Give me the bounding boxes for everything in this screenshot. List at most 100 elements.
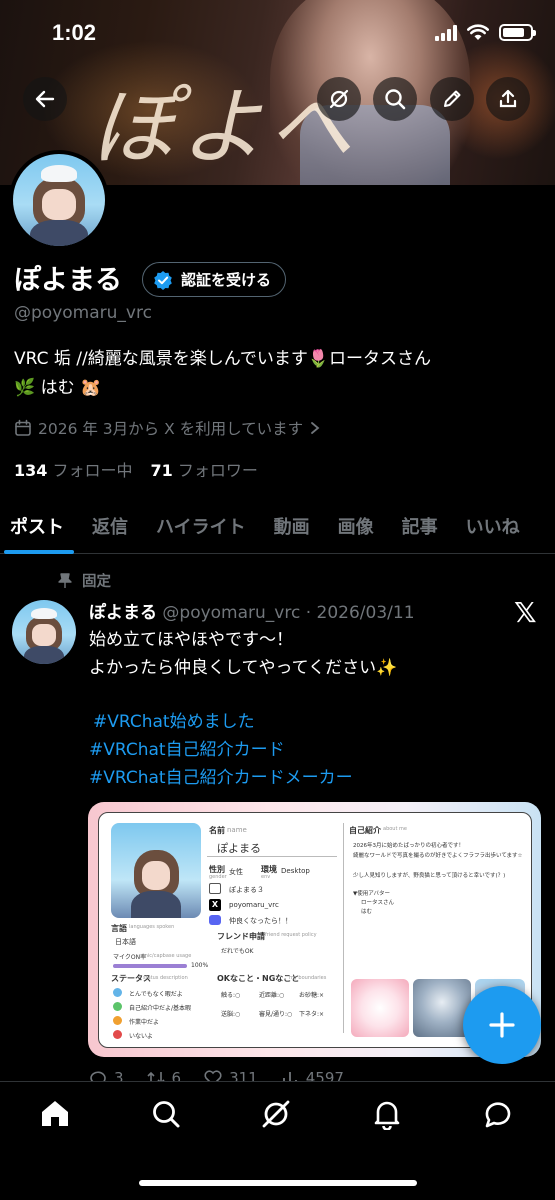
profile-tabs: ポスト 返信 ハイライト 動画 画像 記事 いいね <box>0 500 555 554</box>
card-gender-value: 女性 <box>229 868 243 876</box>
tab-replies[interactable]: 返信 <box>78 500 142 552</box>
post-text: 始め立てほやほやです〜！ よかったら仲良くしてやってください✨ <box>89 626 539 682</box>
nav-grok[interactable] <box>259 1097 293 1131</box>
status-text: 作業中だよ <box>129 1019 160 1026</box>
nav-home[interactable] <box>38 1097 72 1131</box>
chevron-right-icon <box>311 422 320 434</box>
nav-search[interactable] <box>149 1097 183 1131</box>
following-link[interactable]: 134 フォロー中 <box>14 457 133 481</box>
boundary-item: お砂糖:× <box>299 992 325 999</box>
status-dot <box>113 1002 122 1011</box>
tab-posts[interactable]: ポスト <box>0 500 78 554</box>
card-ng-label: OKなこと・NGなこと <box>217 974 300 983</box>
compose-post-button[interactable] <box>463 986 541 1064</box>
status-dot <box>113 1030 122 1039</box>
profile-handle: @poyomaru_vrc <box>14 303 152 323</box>
joined-date-link[interactable]: 2026 年 3月から X を利用しています <box>14 417 321 439</box>
card-friend-value: だれでもOK <box>221 948 254 955</box>
boundary-item: 審見/通り:○ <box>259 1011 293 1018</box>
mic-usage-bar <box>113 964 187 968</box>
boundary-item: 送脳:○ <box>221 1011 241 1018</box>
pinned-label: 固定 <box>82 574 111 590</box>
home-indicator <box>139 1180 417 1186</box>
status-dot <box>113 1016 122 1025</box>
search-button[interactable] <box>373 77 417 121</box>
card-ng-sub: my boundaries <box>289 975 327 981</box>
post-text-line: 始め立てほやほやです〜！ <box>89 630 293 650</box>
x-small-icon: X <box>209 899 221 911</box>
profile-avatar[interactable] <box>9 150 109 250</box>
card-discord-text: 仲良くなったら！！ <box>229 917 292 925</box>
share-button[interactable] <box>486 77 530 121</box>
status-text: 自己紹介中だよ/基本暇 <box>129 1005 192 1012</box>
grok-icon <box>262 1100 290 1128</box>
back-arrow-icon <box>35 90 55 108</box>
status-text: いないよ <box>129 1033 153 1040</box>
tab-articles[interactable]: 記事 <box>388 500 452 552</box>
hashtag-link[interactable]: #VRChat自己紹介カード <box>89 736 539 764</box>
card-intro-text: 2026年3月に始めたばっかりの初心者です！ <box>353 843 464 849</box>
bell-icon <box>374 1101 400 1130</box>
status-text: とんでもなく暇だよ <box>129 991 183 998</box>
edit-button[interactable] <box>430 77 474 121</box>
card-intro-text: 少し人見知りしますが、野良猫と思って頂けると幸いです(？) <box>353 873 506 879</box>
nav-notifications[interactable] <box>370 1097 404 1131</box>
post-author-avatar[interactable] <box>12 600 76 664</box>
card-avatar-name: ロータスさん <box>361 900 395 906</box>
pencil-icon <box>444 90 461 107</box>
following-count: 134 <box>14 461 48 480</box>
card-lang-value: 日本語 <box>115 938 136 946</box>
card-friend-label: フレンド申請 <box>217 932 265 941</box>
card-name-sub: name <box>227 826 247 834</box>
card-intro-sub: about me <box>383 826 407 832</box>
discord-icon <box>209 915 221 925</box>
status-time: 1:02 <box>52 20 97 45</box>
card-gender-sub: gender <box>209 874 227 880</box>
tab-likes[interactable]: いいね <box>452 500 534 552</box>
grok-button[interactable] <box>317 77 361 121</box>
card-mic-value: 100% <box>191 962 209 969</box>
card-name-value: ぽよまる <box>217 842 261 855</box>
card-x-handle: poyomaru_vrc <box>229 901 279 909</box>
following-label: フォロー中 <box>52 461 133 480</box>
back-button[interactable] <box>23 77 67 121</box>
grok-icon <box>329 89 349 109</box>
card-intro-label: 自己紹介 <box>349 826 381 835</box>
battery-icon <box>499 24 536 41</box>
get-verified-label: 認証を受ける <box>181 271 272 289</box>
post-author-meta[interactable]: @poyomaru_vrc · 2026/03/11 <box>162 603 414 623</box>
followers-label: フォロワー <box>177 461 258 480</box>
hashtag-link[interactable]: #VRChat自己紹介カードメーカー <box>89 764 539 792</box>
card-vrc-name: ぽよまる３ <box>229 886 264 894</box>
card-intro-text: 綺麗なワールドで写真を撮るのが好きでよくフラフラ出歩いてます☆ <box>353 853 523 859</box>
followers-link[interactable]: 71 フォロワー <box>151 457 258 481</box>
card-env-value: Desktop <box>281 867 310 875</box>
nav-messages[interactable] <box>481 1097 515 1131</box>
post-author-name[interactable]: ぽよまる <box>89 603 157 623</box>
bio-line: VRC 垢 //綺麗な風景を楽しんでいます🌷ロータスさん <box>14 349 432 369</box>
intro-card-photo <box>111 823 201 918</box>
plus-icon <box>489 1012 515 1038</box>
card-status-sub: status description <box>143 975 188 981</box>
banner-handwriting: ぽよへ <box>92 78 357 176</box>
boundary-item: 下ネタ:× <box>299 1011 325 1018</box>
card-thumbnail <box>351 979 409 1037</box>
status-dot <box>113 988 122 997</box>
tab-highlights[interactable]: ハイライト <box>142 500 260 552</box>
boundary-item: 触る:○ <box>221 992 241 999</box>
card-name-label: 名前 <box>209 826 225 835</box>
card-avatar-name: はむ <box>361 909 373 915</box>
status-icons <box>435 24 536 41</box>
wifi-icon <box>467 24 489 40</box>
x-logo-icon: 𝕏 <box>514 596 537 629</box>
home-icon <box>42 1101 68 1126</box>
tab-images[interactable]: 画像 <box>324 500 388 552</box>
chat-bubble-icon <box>485 1102 511 1128</box>
tab-videos[interactable]: 動画 <box>260 500 324 552</box>
get-verified-button[interactable]: 認証を受ける <box>142 262 287 297</box>
search-icon <box>385 89 406 110</box>
card-lang-label: 言語 <box>111 924 127 933</box>
card-avatar-label: ▼使用アバター <box>353 891 391 897</box>
hashtag-link[interactable]: #VRChat始めました <box>89 708 539 736</box>
post-hashtags: #VRChat始めました #VRChat自己紹介カード #VRChat自己紹介カ… <box>89 708 539 792</box>
